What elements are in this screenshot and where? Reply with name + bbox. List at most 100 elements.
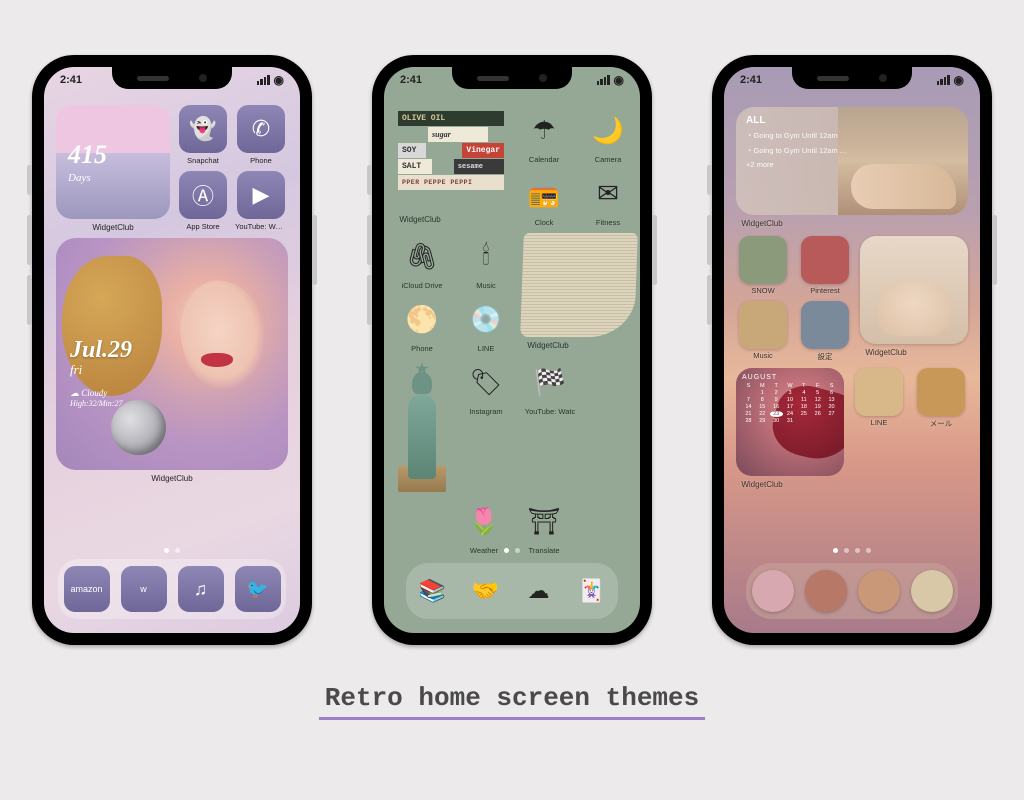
dock-icon[interactable] xyxy=(911,570,953,612)
app-youtube: watc[interactable]: 🏁 YouTube: Watc xyxy=(522,359,578,416)
app-fitness[interactable]: ✉ Fitness xyxy=(580,170,636,227)
app-icon: 🏷 xyxy=(463,359,509,405)
phone-row: 2:41 ◉ 415 Days WidgetClub 👻 xyxy=(32,55,992,645)
app-label: Phone xyxy=(396,344,448,353)
widget-reminders[interactable]: ALL ・Going to Gym Until 12am ・Going to G… xyxy=(736,107,968,215)
widget-label: WidgetClub xyxy=(56,223,170,232)
dock-icon[interactable]: 📚 xyxy=(412,570,454,612)
dock-twitter[interactable]: 🐦 xyxy=(235,566,281,612)
app-calendar[interactable]: ☂ Calendar xyxy=(516,107,572,164)
app-icon: 🏁 xyxy=(527,359,573,405)
app-メール[interactable]: メール xyxy=(914,368,968,489)
dock xyxy=(746,563,958,619)
dock: 📚 🤝 ☁ 🃏 xyxy=(406,563,618,619)
app-label: App Store xyxy=(177,222,229,231)
page-dots[interactable] xyxy=(44,548,300,553)
widget-label: WidgetClub xyxy=(522,341,574,350)
wifi-icon: ◉ xyxy=(274,73,284,87)
app-instagram[interactable]: 🏷 Instagram xyxy=(458,359,514,416)
app-clock[interactable]: 📻 Clock xyxy=(516,170,572,227)
app-icon xyxy=(855,368,903,416)
app-pinterest[interactable]: Pinterest xyxy=(798,236,852,295)
widget-days-counter[interactable]: 415 Days xyxy=(56,105,170,219)
app-label: メール xyxy=(915,418,967,429)
status-time: 2:41 xyxy=(740,74,762,86)
app-icon xyxy=(739,236,787,284)
widget-unit: Days xyxy=(68,172,170,184)
phone-1: 2:41 ◉ 415 Days WidgetClub 👻 xyxy=(32,55,312,645)
app-icon xyxy=(739,301,787,349)
widget-collage[interactable]: sugar SOY Vinegar SALT sesame PPER PEPPE… xyxy=(394,107,508,211)
dock-icon[interactable] xyxy=(752,570,794,612)
signal-icon xyxy=(257,75,270,85)
app-line[interactable]: LINE xyxy=(852,368,906,489)
app-app store[interactable]: Ⓐ App Store xyxy=(178,171,228,231)
widget-label: WidgetClub xyxy=(394,215,446,224)
app-music[interactable]: 🕯 Music xyxy=(458,233,514,290)
wifi-icon: ◉ xyxy=(954,73,964,87)
app-icon: ✆ xyxy=(237,105,285,153)
dock-icon[interactable] xyxy=(805,570,847,612)
app-snow[interactable]: SNOW xyxy=(736,236,790,295)
widget-weather: ☁ Cloudy xyxy=(70,388,132,399)
app-label: Camera xyxy=(582,155,634,164)
widget-calendar[interactable]: AUGUST SMTWTFS12345678910111213141516171… xyxy=(736,368,844,476)
app-icon xyxy=(801,236,849,284)
app-label: LINE xyxy=(853,418,905,427)
dock-music[interactable]: ♫ xyxy=(178,566,224,612)
widget-hilo: High:32/Min:27 xyxy=(70,399,132,408)
app-icon: ☂ xyxy=(521,107,567,153)
app-weather[interactable]: 🌷 Weather xyxy=(458,498,510,555)
caption: Retro home screen themes xyxy=(319,683,705,720)
dock-icon[interactable]: 🤝 xyxy=(465,570,507,612)
app-label: 設定 xyxy=(799,351,851,362)
widget-newspaper[interactable] xyxy=(520,233,638,337)
app-icloud drive[interactable]: 🖇 iCloud Drive xyxy=(394,233,450,290)
phone-2: 2:41 ◉ sugar SOY Vinegar xyxy=(372,55,652,645)
widget-date: Jul.29 xyxy=(70,337,132,364)
dock-wattpad[interactable]: w xyxy=(121,566,167,612)
app-label: Music xyxy=(737,351,789,360)
app-music[interactable]: Music xyxy=(736,301,790,362)
app-icon: 👻 xyxy=(179,105,227,153)
app-label: LINE xyxy=(460,344,512,353)
app-設定[interactable]: 設定 xyxy=(798,301,852,362)
dock-icon[interactable]: 🃏 xyxy=(571,570,613,612)
app-label: Phone xyxy=(235,156,287,165)
app-label: Fitness xyxy=(582,218,634,227)
app-camera[interactable]: 🌙 Camera xyxy=(580,107,636,164)
status-time: 2:41 xyxy=(400,74,422,86)
signal-icon xyxy=(597,75,610,85)
dock-amazon[interactable]: amazon xyxy=(64,566,110,612)
dock-icon[interactable] xyxy=(858,570,900,612)
widget-label: WidgetClub xyxy=(736,480,788,489)
app-icon xyxy=(801,301,849,349)
notch xyxy=(452,67,572,89)
app-label: Music xyxy=(460,281,512,290)
app-translate[interactable]: ⛩ Translate xyxy=(518,498,570,555)
app-phone[interactable]: ✆ Phone xyxy=(236,105,286,165)
signal-icon xyxy=(937,75,950,85)
widget-day: fri xyxy=(70,362,132,378)
app-phone[interactable]: 🌕 Phone xyxy=(394,296,450,353)
app-label: iCloud Drive xyxy=(396,281,448,290)
page-dots[interactable] xyxy=(384,548,640,553)
page-dots[interactable] xyxy=(724,548,980,553)
app-label: Pinterest xyxy=(799,286,851,295)
app-youtube: watch[interactable]: ▶ YouTube: Watch xyxy=(236,171,286,231)
widget-number: 415 xyxy=(68,140,170,170)
app-snapchat[interactable]: 👻 Snapchat xyxy=(178,105,228,165)
app-icon: ⛩ xyxy=(521,498,567,544)
app-label: Instagram xyxy=(460,407,512,416)
app-line[interactable]: 💿 LINE xyxy=(458,296,514,353)
widget-retro-photo[interactable]: Jul.29 fri ☁ Cloudy High:32/Min:27 xyxy=(56,238,288,470)
widget-liberty[interactable] xyxy=(394,359,450,479)
app-icon: ▶ xyxy=(237,171,285,219)
notch xyxy=(792,67,912,89)
app-icon: 🌷 xyxy=(461,498,507,544)
app-icon: 📻 xyxy=(521,170,567,216)
widget-painting-hands[interactable] xyxy=(860,236,968,344)
app-icon: 🖇 xyxy=(399,233,445,279)
dock-icon[interactable]: ☁ xyxy=(518,570,560,612)
app-label: Calendar xyxy=(518,155,570,164)
